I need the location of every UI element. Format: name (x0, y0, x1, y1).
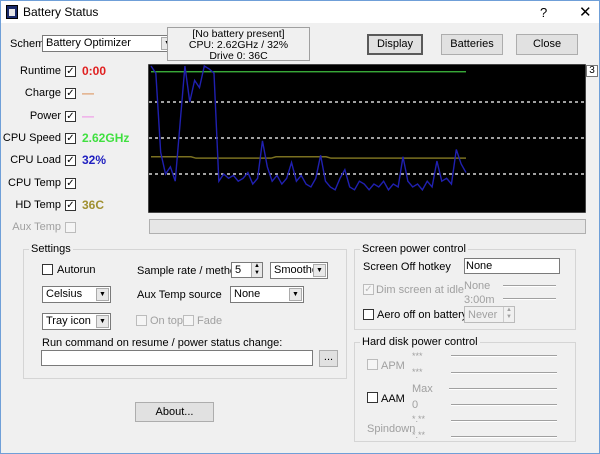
settings-title: Settings (29, 243, 73, 255)
close-icon[interactable]: ✕ (579, 3, 592, 21)
on-top-label: On top (150, 315, 184, 327)
autorun-label: Autorun (57, 264, 96, 276)
power-label: Power (29, 109, 61, 122)
fade-checkbox[interactable] (183, 315, 194, 326)
apm-top-slider[interactable] (451, 355, 557, 357)
close-button[interactable]: Close (516, 34, 578, 55)
cpu-load-checkbox[interactable]: ✓ (65, 155, 76, 167)
cpu-speed-checkbox[interactable]: ✓ (65, 132, 76, 144)
run-command-label: Run command on resume / power status cha… (42, 337, 283, 349)
method-select[interactable]: Smoothed ▼ (270, 262, 328, 279)
aero-checkbox[interactable] (363, 309, 374, 320)
aam-checkbox[interactable] (367, 392, 378, 403)
aam-top-slider[interactable] (449, 388, 557, 390)
history-graph (148, 64, 586, 213)
runtime-value: 0:00 (82, 64, 107, 78)
tray-select[interactable]: Tray icon ▼ (42, 313, 111, 330)
aam-bottom-label: 0 (412, 399, 419, 411)
cpu-load-label: CPU Load (10, 154, 61, 167)
scheme-select[interactable]: Battery Optimizer▼ (42, 35, 176, 52)
help-button[interactable]: ? (540, 5, 547, 20)
apm-bottom-slider[interactable] (451, 372, 557, 374)
charge-checkbox[interactable]: ✓ (65, 88, 76, 100)
dim-bottom-label: 3:00m (464, 294, 495, 306)
chevron-down-icon: ▼ (289, 288, 302, 301)
aux-source-label: Aux Temp source (137, 289, 222, 301)
display-button[interactable]: Display (367, 34, 423, 55)
about-button[interactable]: About... (135, 402, 214, 422)
runtime-label: Runtime (20, 65, 61, 77)
chevron-down-icon: ▼ (96, 315, 109, 328)
disk-power-title: Hard disk power control (360, 336, 480, 348)
aux-temp-label: Aux Temp (12, 221, 61, 234)
units-select[interactable]: Celsius ▼ (42, 286, 111, 303)
aam-top-label: Max (412, 383, 433, 395)
progress-bar (149, 219, 586, 234)
title-bar: Battery Status ? ✕ ✕ (1, 1, 599, 23)
on-top-checkbox[interactable] (136, 315, 147, 326)
cpu-speed-value: 2.62GHz (82, 130, 130, 145)
spin-top-slider[interactable] (451, 420, 557, 422)
apm-label: APM (381, 360, 405, 372)
apm-bottom-label: *** (412, 367, 423, 377)
run-command-input[interactable] (41, 350, 313, 366)
window-title: Battery Status (23, 5, 99, 19)
hotkey-value: None (466, 260, 493, 272)
chevron-down-icon: ▼ (313, 264, 326, 277)
tray-value: Tray icon (46, 315, 91, 327)
aux-temp-checkbox[interactable] (65, 222, 76, 234)
hotkey-label: Screen Off hotkey (363, 261, 451, 273)
units-value: Celsius (46, 288, 83, 300)
power-value: — (82, 108, 94, 123)
charge-value: — (82, 86, 94, 101)
autorun-checkbox[interactable] (42, 264, 53, 275)
spin-top-label: *.** (412, 414, 426, 424)
dim-screen-checkbox[interactable]: ✓ (363, 284, 374, 295)
cpu-temp-checkbox[interactable]: ✓ (65, 177, 76, 189)
sample-rate-spinner[interactable]: 5 ▲ ▼ (231, 262, 263, 278)
chevron-down-icon: ▼ (96, 288, 109, 301)
charge-label: Charge (24, 87, 61, 100)
spinner-arrows-icon[interactable]: ▲ ▼ (503, 307, 514, 322)
aero-label: Aero off on battery (377, 309, 468, 321)
aero-spinner[interactable]: Never ▲ ▼ (464, 306, 515, 323)
aam-label: AAM (381, 393, 405, 405)
aero-value: Never (468, 309, 498, 321)
hd-temp-value: 36C (82, 197, 105, 212)
apm-checkbox[interactable] (367, 359, 378, 370)
fade-label: Fade (197, 315, 223, 327)
runtime-checkbox[interactable]: ✓ (65, 66, 76, 77)
apm-top-label: *** (412, 351, 423, 361)
dim-top-slider[interactable] (503, 285, 556, 287)
battery-status-window: Battery Status ? ✕ ✕ Scheme Battery Opti… (0, 0, 600, 454)
sample-rate-value: 5 (235, 264, 242, 276)
hd-temp-checkbox[interactable]: ✓ (65, 199, 76, 211)
dim-screen-label: Dim screen at idle (376, 284, 465, 296)
graph-scale-label: 3 (589, 65, 595, 76)
aux-source-select[interactable]: None ▼ (230, 286, 304, 303)
browse-button[interactable]: ... (319, 350, 338, 367)
status-line-drive: Drive 0: 36C (209, 50, 268, 62)
spinner-arrows-icon[interactable]: ▲ ▼ (251, 263, 262, 277)
spin-bottom-slider[interactable] (451, 436, 557, 438)
batteries-button[interactable]: Batteries (441, 34, 503, 55)
spindown-label: Spindown (367, 423, 416, 435)
aam-bottom-slider[interactable] (451, 404, 557, 406)
dim-bottom-slider[interactable] (503, 298, 556, 300)
app-icon (6, 5, 18, 19)
cpu-temp-label: CPU Temp (8, 176, 61, 189)
hd-temp-label: HD Temp (15, 198, 61, 211)
spin-bottom-label: *.** (412, 430, 426, 440)
graph-scale-box[interactable]: 3 (586, 65, 598, 77)
aux-source-value: None (234, 288, 261, 300)
scheme-value: Battery Optimizer (46, 37, 131, 49)
hotkey-input[interactable]: None (464, 258, 560, 274)
screen-power-title: Screen power control (360, 243, 468, 255)
cpu-speed-label: CPU Speed (2, 131, 61, 144)
power-checkbox[interactable]: ✓ (65, 110, 76, 122)
sample-rate-label: Sample rate / method (137, 265, 243, 277)
dim-top-label: None (464, 280, 491, 292)
cpu-load-value: 32% (82, 153, 107, 168)
